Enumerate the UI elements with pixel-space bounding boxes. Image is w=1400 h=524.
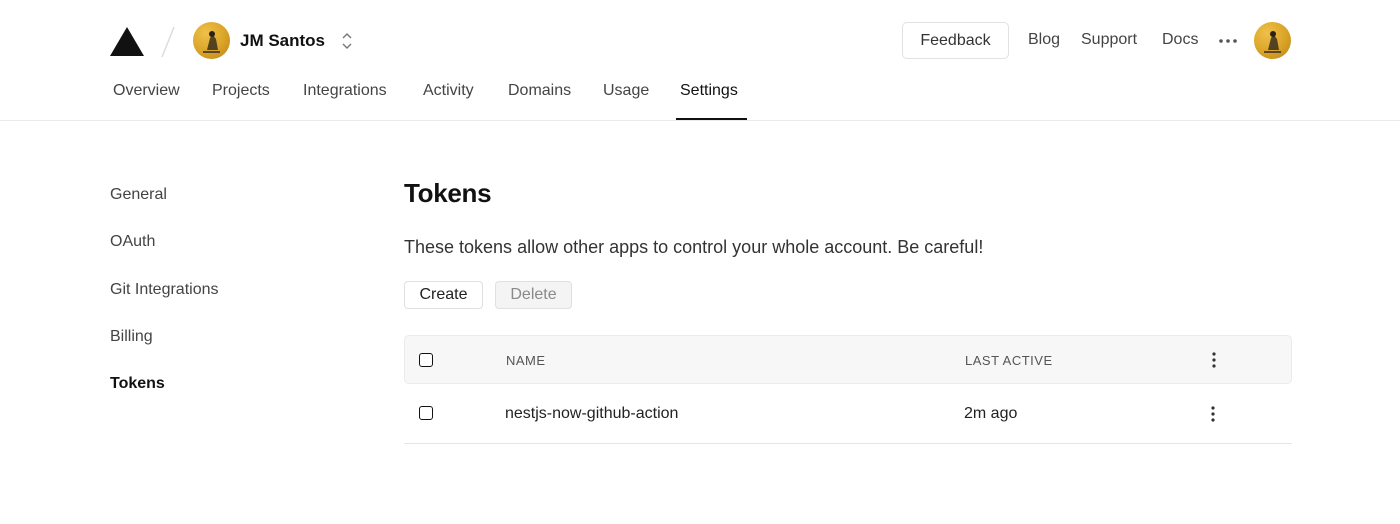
more-vertical-icon[interactable] <box>1210 405 1216 423</box>
active-tab-indicator <box>676 118 747 120</box>
create-button[interactable]: Create <box>404 281 483 309</box>
column-header-last-active[interactable]: LAST ACTIVE <box>965 353 1053 368</box>
docs-link[interactable]: Docs <box>1162 31 1198 49</box>
chevron-up-down-icon[interactable] <box>338 30 356 52</box>
sidebar-item-tokens[interactable]: Tokens <box>110 375 165 393</box>
tab-activity[interactable]: Activity <box>423 82 474 100</box>
table-header: NAME LAST ACTIVE <box>404 335 1292 384</box>
sidebar-item-billing[interactable]: Billing <box>110 328 153 346</box>
tab-projects[interactable]: Projects <box>212 82 270 100</box>
top-header: JM Santos Feedback Blog Support Docs Ove… <box>0 0 1400 121</box>
tab-overview[interactable]: Overview <box>113 82 180 100</box>
more-vertical-icon[interactable] <box>1211 351 1217 369</box>
triangle-logo-icon[interactable] <box>110 27 144 56</box>
blog-link[interactable]: Blog <box>1028 31 1060 49</box>
table-row[interactable]: nestjs-now-github-action 2m ago <box>404 384 1292 444</box>
support-link[interactable]: Support <box>1081 31 1137 49</box>
page-description: These tokens allow other apps to control… <box>404 237 984 257</box>
select-all-checkbox[interactable] <box>419 353 433 367</box>
token-name: nestjs-now-github-action <box>505 405 679 422</box>
token-last-active: 2m ago <box>964 405 1018 422</box>
tab-domains[interactable]: Domains <box>508 82 571 100</box>
team-avatar[interactable] <box>193 22 230 59</box>
delete-button[interactable]: Delete <box>495 281 572 309</box>
sidebar-item-oauth[interactable]: OAuth <box>110 233 155 251</box>
team-name[interactable]: JM Santos <box>240 31 325 51</box>
tab-integrations[interactable]: Integrations <box>303 82 387 100</box>
sidebar-item-general[interactable]: General <box>110 186 167 204</box>
column-header-name[interactable]: NAME <box>506 353 546 368</box>
tab-settings[interactable]: Settings <box>680 82 738 100</box>
feedback-button[interactable]: Feedback <box>902 22 1009 59</box>
breadcrumb-separator-icon <box>161 26 175 58</box>
row-checkbox[interactable] <box>419 406 433 420</box>
tab-usage[interactable]: Usage <box>603 82 649 100</box>
sidebar-item-git-integrations[interactable]: Git Integrations <box>110 281 219 299</box>
more-horizontal-icon[interactable] <box>1218 38 1238 44</box>
user-avatar[interactable] <box>1254 22 1291 59</box>
page-title: Tokens <box>404 178 492 208</box>
